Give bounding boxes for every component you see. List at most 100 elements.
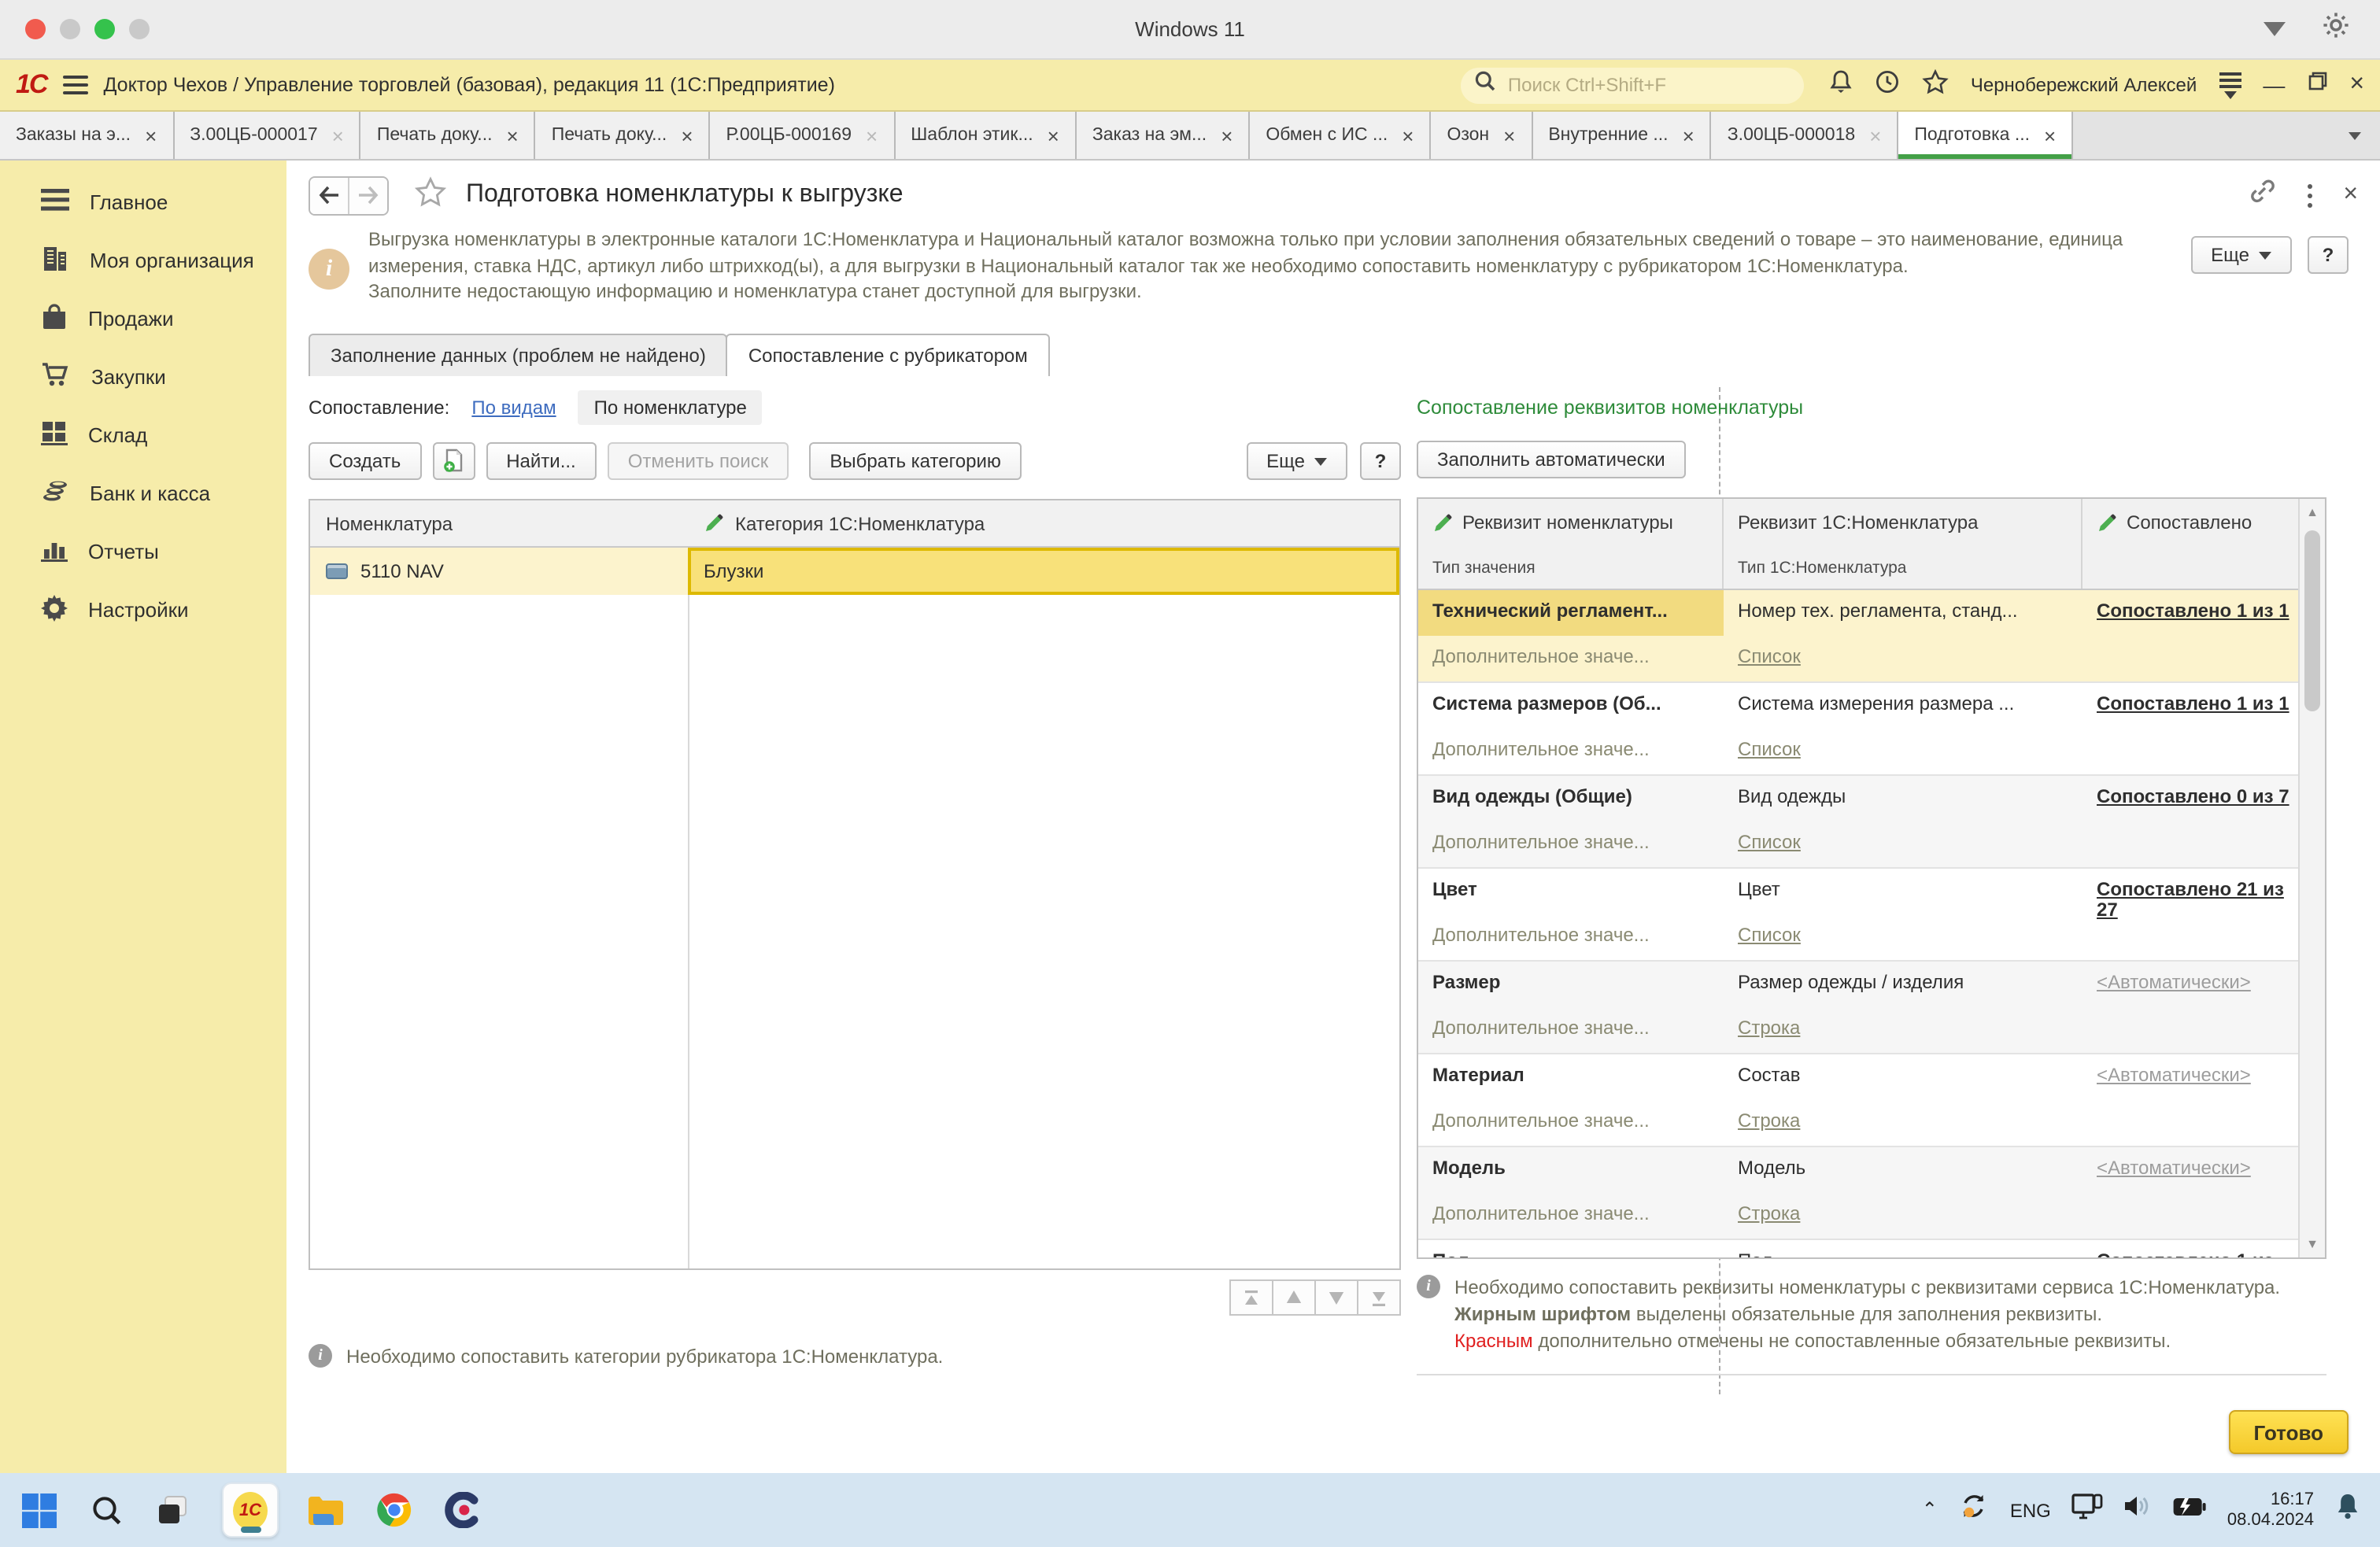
functions-menu-icon[interactable]	[2219, 72, 2241, 98]
tab-close-icon[interactable]: ×	[507, 125, 519, 146]
battery-icon[interactable]	[2172, 1496, 2207, 1524]
auto-link[interactable]: <Автоматически>	[2097, 1158, 2251, 1179]
restore-window-icon[interactable]	[2307, 71, 2327, 99]
volume-icon[interactable]	[2123, 1493, 2152, 1527]
help-button[interactable]: ?	[2308, 236, 2349, 274]
close-window-icon[interactable]: ×	[2349, 72, 2364, 98]
main-menu-icon[interactable]	[62, 76, 87, 94]
select-category-button[interactable]: Выбрать категорию	[809, 442, 1022, 480]
get-link-icon[interactable]	[2245, 177, 2275, 213]
attr-row-clothing-type[interactable]: Вид одежды (Общие) Вид одежды Сопоставле…	[1418, 776, 2298, 869]
vm-dropdown-icon[interactable]	[2264, 22, 2286, 36]
minimize-window-icon[interactable]: —	[2263, 74, 2285, 96]
tab-podgotovka-active[interactable]: Подготовка ...×	[1898, 112, 2073, 159]
tab-r00cb-000169[interactable]: Р.00ЦБ-000169×	[711, 112, 896, 159]
sync-status-icon[interactable]	[1958, 1492, 1990, 1528]
sidebar-item-reports[interactable]: Отчеты	[0, 522, 286, 581]
attr-row-size[interactable]: Размер Размер одежды / изделия <Автомати…	[1418, 962, 2298, 1054]
tab-close-icon[interactable]: ×	[866, 125, 878, 146]
more-button[interactable]: Еще	[2190, 236, 2292, 274]
close-form-icon[interactable]: ×	[2343, 183, 2358, 208]
type-link[interactable]: Список	[1738, 925, 1801, 946]
by-types-link[interactable]: По видам	[471, 397, 556, 419]
by-nomenclature-toggle[interactable]: По номенклатуре	[578, 390, 763, 425]
sidebar-item-sales[interactable]: Продажи	[0, 290, 286, 348]
scroll-down-icon[interactable]: ▼	[2300, 1231, 2325, 1257]
tab-z00cb-000017[interactable]: З.00ЦБ-000017×	[174, 112, 361, 159]
windows-start-icon[interactable]	[19, 1490, 60, 1530]
clock[interactable]: 16:17 08.04.2024	[2227, 1490, 2314, 1530]
copy-button[interactable]	[432, 442, 475, 480]
find-button[interactable]: Найти...	[486, 442, 597, 480]
move-down-button[interactable]	[1314, 1279, 1358, 1316]
forward-button[interactable]	[348, 177, 387, 213]
scrollbar-thumb[interactable]	[2304, 530, 2320, 711]
matched-link[interactable]: Сопоставлено 0 из 7	[2097, 787, 2289, 807]
tab-close-icon[interactable]: ×	[1402, 125, 1414, 146]
attr-row-gender[interactable]: Пол Пол Сопоставлено 1 из	[1418, 1240, 2298, 1259]
scroll-up-icon[interactable]: ▲	[2300, 499, 2325, 526]
type-link[interactable]: Строка	[1738, 1111, 1800, 1132]
sidebar-item-bank[interactable]: Банк и касса	[0, 464, 286, 522]
column-category[interactable]: Категория 1С:Номенклатура	[688, 512, 1399, 534]
taskbar-1c-app-icon[interactable]: 1С	[222, 1482, 279, 1538]
column-matched[interactable]: Сопоставлено	[2082, 511, 2298, 534]
type-link[interactable]: Строка	[1738, 1018, 1800, 1039]
tab-rubricator-matching[interactable]: Сопоставление с рубрикатором	[726, 334, 1050, 376]
move-first-button[interactable]	[1229, 1279, 1273, 1316]
notifications-tray-bell-icon[interactable]	[2334, 1492, 2361, 1528]
attr-row-tech-reglament[interactable]: Технический регламент... Номер тех. регл…	[1418, 590, 2298, 683]
tab-close-icon[interactable]: ×	[1221, 125, 1232, 146]
done-button[interactable]: Готово	[2229, 1410, 2349, 1454]
chrome-icon[interactable]	[373, 1490, 414, 1530]
create-button[interactable]: Создать	[309, 442, 421, 480]
fill-automatically-button[interactable]: Заполнить автоматически	[1417, 441, 1686, 478]
sidebar-item-settings[interactable]: Настройки	[0, 581, 286, 639]
table-row[interactable]: 5110 NAV Блузки	[310, 548, 1399, 595]
auto-link[interactable]: <Автоматически>	[2097, 973, 2251, 993]
tab-obmen[interactable]: Обмен с ИС ...×	[1250, 112, 1431, 159]
type-link[interactable]: Список	[1738, 833, 1801, 853]
cancel-search-button[interactable]: Отменить поиск	[608, 442, 789, 480]
tabs-overflow-icon[interactable]	[2330, 112, 2380, 159]
column-nomenclature[interactable]: Номенклатура	[310, 512, 688, 534]
tab-pechat-1[interactable]: Печать доку...×	[361, 112, 536, 159]
attr-row-size-system[interactable]: Система размеров (Об... Система измерени…	[1418, 683, 2298, 776]
file-explorer-icon[interactable]	[305, 1490, 346, 1530]
tab-close-icon[interactable]: ×	[1503, 125, 1515, 146]
column-attr[interactable]: Реквизит номенклатуры	[1418, 499, 1724, 546]
move-last-button[interactable]	[1357, 1279, 1401, 1316]
tab-close-icon[interactable]: ×	[1048, 125, 1059, 146]
auto-link[interactable]: <Автоматически>	[2097, 1065, 2251, 1086]
tab-vnutrennie[interactable]: Внутренние ...×	[1532, 112, 1711, 159]
display-device-icon[interactable]	[2071, 1493, 2103, 1527]
tab-ozon[interactable]: Озон×	[1431, 112, 1532, 159]
tab-close-icon[interactable]: ×	[2044, 125, 2056, 146]
tab-shablon[interactable]: Шаблон этик...×	[895, 112, 1077, 159]
back-button[interactable]	[310, 177, 348, 213]
move-up-button[interactable]	[1272, 1279, 1316, 1316]
favorite-star-icon[interactable]	[414, 175, 447, 215]
tab-zakaz-na-em[interactable]: Заказ на эм...×	[1077, 112, 1251, 159]
tray-expand-icon[interactable]: ⌃	[1922, 1497, 1938, 1519]
tab-close-icon[interactable]: ×	[1869, 125, 1881, 146]
sidebar-item-purchases[interactable]: Закупки	[0, 348, 286, 406]
attr-row-material[interactable]: Материал Состав <Автоматически> Дополнит…	[1418, 1054, 2298, 1147]
task-view-icon[interactable]	[154, 1490, 195, 1530]
tab-z00cb-000018[interactable]: З.00ЦБ-000018×	[1712, 112, 1899, 159]
type-link[interactable]: Список	[1738, 647, 1801, 667]
global-search[interactable]	[1461, 67, 1804, 103]
tab-pechat-2[interactable]: Печать доку...×	[536, 112, 711, 159]
vm-settings-gear-icon[interactable]	[2320, 9, 2352, 49]
search-input[interactable]	[1505, 72, 1790, 98]
more-options-kebab-icon[interactable]	[2307, 183, 2312, 207]
left-help-button[interactable]: ?	[1360, 442, 1401, 480]
left-more-button[interactable]: Еще	[1246, 442, 1347, 480]
tab-close-icon[interactable]: ×	[332, 125, 344, 146]
matched-link[interactable]: Сопоставлено 1 из	[2097, 1251, 2274, 1259]
language-indicator[interactable]: ENG	[2010, 1499, 2051, 1521]
category-cell-selected[interactable]: Блузки	[688, 548, 1399, 595]
notifications-bell-icon[interactable]	[1829, 68, 1853, 102]
tab-data-filling[interactable]: Заполнение данных (проблем не найдено)	[309, 334, 728, 376]
current-user[interactable]: Чернобережский Алексей	[1971, 74, 2197, 96]
